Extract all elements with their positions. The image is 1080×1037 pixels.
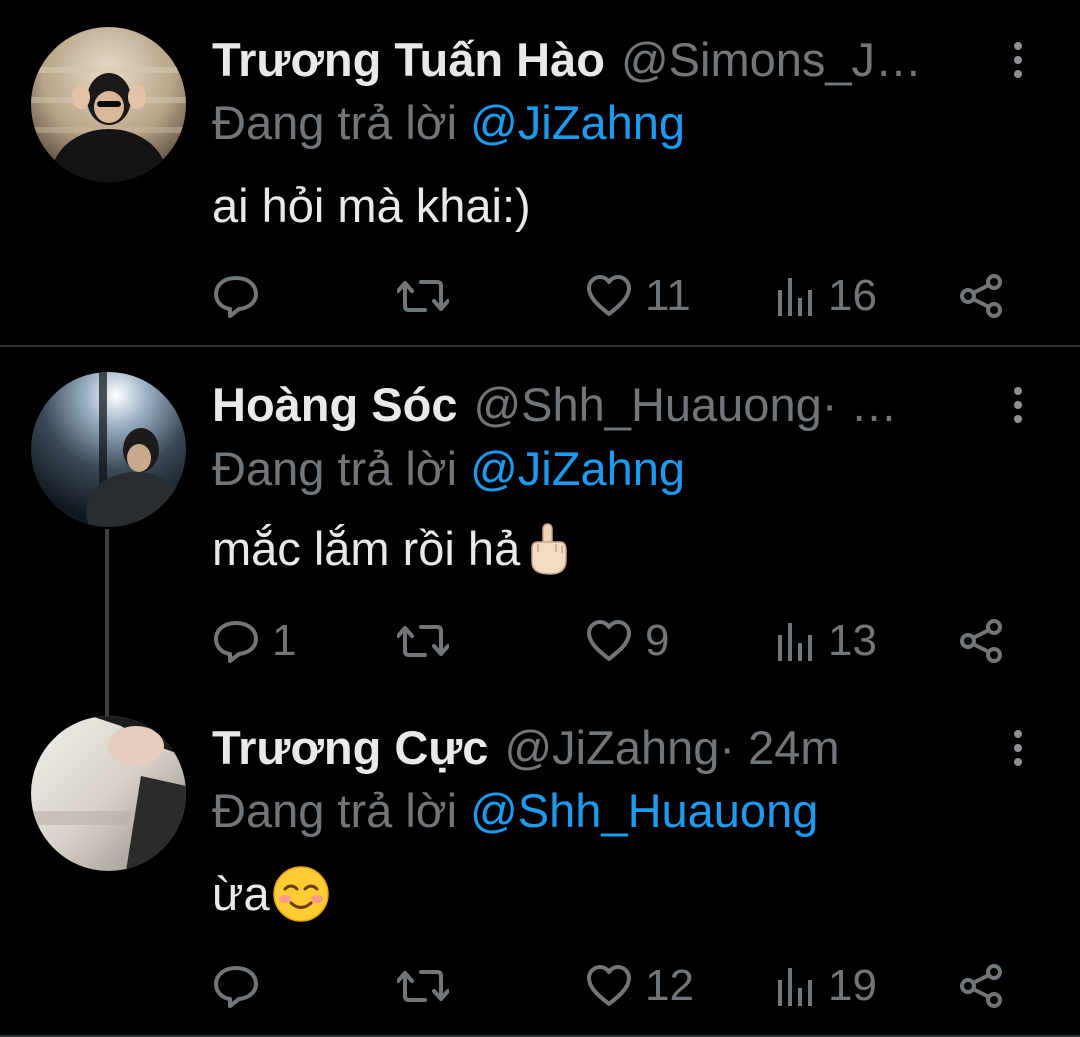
reply-icon bbox=[214, 621, 258, 663]
share-button[interactable] bbox=[958, 611, 1006, 671]
like-count: 11 bbox=[645, 271, 691, 320]
tweet-text-body: mắc lắm rồi hả bbox=[212, 522, 521, 575]
view-count: 19 bbox=[828, 961, 877, 1010]
avatar[interactable] bbox=[31, 27, 186, 182]
user-handle[interactable]: @Shh_Huauong bbox=[473, 375, 821, 435]
more-icon[interactable] bbox=[998, 380, 1038, 430]
more-icon[interactable] bbox=[998, 35, 1038, 85]
views-icon bbox=[778, 623, 812, 661]
tweet-header: Trương Cực @JiZahng · 24m bbox=[212, 718, 970, 778]
retweet-icon bbox=[397, 625, 449, 657]
replying-to: Đang trả lời @Shh_Huauong bbox=[212, 781, 818, 841]
reply-button[interactable] bbox=[212, 266, 272, 326]
view-count: 16 bbox=[828, 271, 877, 320]
views-icon bbox=[778, 968, 812, 1006]
smiling-face-emoji bbox=[272, 866, 329, 922]
user-handle[interactable]: @Simons_J… bbox=[621, 30, 922, 90]
share-icon bbox=[960, 964, 1002, 1008]
tweet-text-body: ừa bbox=[212, 867, 270, 920]
tweet-1[interactable]: Trương Tuấn Hào @Simons_J… Đang trả lời … bbox=[0, 0, 1080, 345]
mention-link[interactable]: @Shh_Huauong bbox=[470, 784, 818, 837]
tweet-header: Hoàng Sóc @Shh_Huauong · … bbox=[212, 375, 970, 435]
share-button[interactable] bbox=[958, 956, 1006, 1016]
like-icon bbox=[587, 275, 631, 316]
tweet-meta: · … bbox=[821, 378, 898, 431]
replying-to-label: Đang trả lời bbox=[212, 96, 471, 149]
avatar[interactable] bbox=[31, 372, 186, 527]
like-icon bbox=[587, 620, 631, 661]
tweet-text: ai hỏi mà khai:) bbox=[212, 176, 531, 236]
reply-button[interactable]: 1 bbox=[212, 611, 296, 671]
views-button[interactable]: 16 bbox=[776, 266, 877, 326]
views-icon bbox=[778, 278, 812, 316]
retweet-button[interactable] bbox=[397, 266, 449, 326]
action-bar: 11 16 bbox=[212, 266, 1012, 326]
reply-count: 1 bbox=[272, 616, 297, 665]
user-handle[interactable]: @JiZahng bbox=[504, 718, 719, 778]
tweet-2[interactable]: Hoàng Sóc @Shh_Huauong · … Đang trả lời … bbox=[0, 347, 1080, 700]
share-icon bbox=[960, 274, 1002, 318]
avatar[interactable] bbox=[31, 716, 186, 871]
middle-finger-emoji bbox=[531, 523, 567, 575]
like-button[interactable]: 11 bbox=[585, 266, 691, 326]
like-button[interactable]: 12 bbox=[585, 956, 694, 1016]
action-bar: 1 9 13 bbox=[212, 611, 1012, 671]
more-icon[interactable] bbox=[998, 723, 1038, 773]
views-button[interactable]: 19 bbox=[776, 956, 877, 1016]
thread-connector bbox=[105, 700, 109, 716]
display-name[interactable]: Trương Cực bbox=[212, 718, 488, 778]
retweet-icon bbox=[397, 280, 449, 312]
tweet-text: ừa bbox=[212, 864, 330, 924]
view-count: 13 bbox=[828, 616, 877, 665]
reply-icon bbox=[214, 276, 258, 318]
thread-connector bbox=[105, 529, 109, 700]
reply-button[interactable] bbox=[212, 956, 272, 1016]
display-name[interactable]: Hoàng Sóc bbox=[212, 375, 457, 435]
reply-icon bbox=[214, 966, 258, 1008]
mention-link[interactable]: @JiZahng bbox=[470, 96, 685, 149]
share-icon bbox=[960, 619, 1002, 663]
action-bar: 12 19 bbox=[212, 956, 1012, 1016]
like-button[interactable]: 9 bbox=[585, 611, 669, 671]
like-count: 12 bbox=[645, 961, 694, 1010]
like-count: 9 bbox=[645, 616, 670, 665]
retweet-icon bbox=[397, 970, 449, 1002]
retweet-button[interactable] bbox=[397, 611, 449, 671]
replying-to: Đang trả lời @JiZahng bbox=[212, 93, 685, 153]
views-button[interactable]: 13 bbox=[776, 611, 877, 671]
mention-link[interactable]: @JiZahng bbox=[470, 442, 685, 495]
replying-to-label: Đang trả lời bbox=[212, 442, 471, 495]
retweet-button[interactable] bbox=[397, 956, 449, 1016]
like-icon bbox=[587, 965, 631, 1006]
replying-to: Đang trả lời @JiZahng bbox=[212, 439, 685, 499]
display-name[interactable]: Trương Tuấn Hào bbox=[212, 30, 605, 90]
tweet-3[interactable]: Trương Cực @JiZahng · 24m Đang trả lời @… bbox=[0, 700, 1080, 1035]
replying-to-label: Đang trả lời bbox=[212, 784, 471, 837]
tweet-meta: · 24m bbox=[719, 721, 840, 774]
tweet-header: Trương Tuấn Hào @Simons_J… bbox=[212, 30, 970, 90]
share-button[interactable] bbox=[958, 266, 1006, 326]
tweet-text: mắc lắm rồi hả bbox=[212, 519, 572, 579]
tweet-text-body: ai hỏi mà khai:) bbox=[212, 179, 531, 232]
